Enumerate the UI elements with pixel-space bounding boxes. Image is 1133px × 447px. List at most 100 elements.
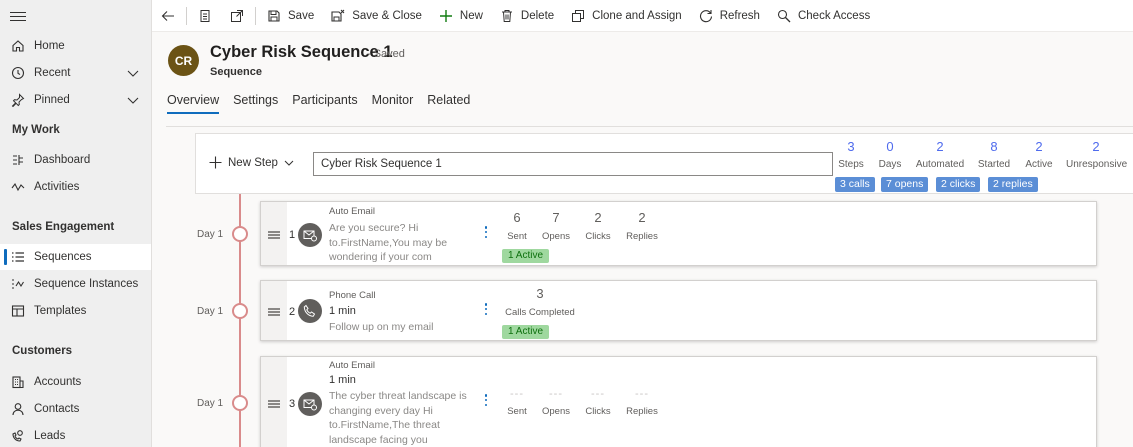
stat-value: 0 bbox=[886, 139, 894, 154]
chip-calls[interactable]: 3 calls bbox=[835, 177, 875, 192]
drag-handle-icon[interactable] bbox=[261, 202, 287, 265]
sidebar-item-label: Contacts bbox=[34, 403, 80, 415]
metric-label: Clicks bbox=[585, 406, 611, 417]
stat-started: 8 Started bbox=[976, 139, 1012, 170]
sidebar: Home Recent Pinned My Work Dashboard Act… bbox=[0, 0, 152, 447]
timeline-node bbox=[232, 395, 248, 411]
drag-handle-icon[interactable] bbox=[261, 281, 287, 340]
sidebar-item-label: Recent bbox=[34, 67, 71, 79]
metric-replies: --- Replies bbox=[618, 388, 666, 417]
metric-value: 7 bbox=[552, 210, 560, 225]
divider bbox=[186, 6, 187, 25]
plus-icon bbox=[209, 156, 222, 169]
new-button[interactable]: New bbox=[430, 0, 491, 32]
template-icon bbox=[11, 304, 25, 318]
timeline-node bbox=[232, 226, 248, 242]
new-step-button[interactable]: New Step bbox=[209, 156, 294, 169]
pin-icon bbox=[11, 93, 25, 107]
stat-label: Days bbox=[878, 159, 902, 170]
check-access-button[interactable]: Check Access bbox=[768, 0, 878, 32]
stat-value: 8 bbox=[990, 139, 998, 154]
sequence-name-field[interactable] bbox=[313, 152, 833, 176]
sidebar-item-contacts[interactable]: Contacts bbox=[0, 396, 151, 422]
building-icon bbox=[11, 375, 25, 389]
sidebar-item-templates[interactable]: Templates bbox=[0, 298, 151, 324]
stat-label: Started bbox=[977, 159, 1011, 170]
sidebar-item-label: Leads bbox=[34, 430, 66, 442]
refresh-button[interactable]: Refresh bbox=[690, 0, 768, 32]
tab-related[interactable]: Related bbox=[427, 93, 470, 112]
more-options-icon[interactable] bbox=[483, 303, 489, 319]
save-button[interactable]: Save bbox=[258, 0, 322, 32]
metric-clicks: --- Clicks bbox=[574, 388, 622, 417]
divider bbox=[166, 126, 1133, 127]
section-customers: Customers bbox=[12, 345, 73, 357]
open-new-window-icon[interactable] bbox=[221, 0, 253, 32]
chip-replies[interactable]: 2 replies bbox=[988, 177, 1038, 192]
divider bbox=[255, 6, 256, 25]
step-card[interactable]: 1 Auto Email Are you secure? Hi to.First… bbox=[260, 201, 1097, 266]
clone-and-assign-button[interactable]: Clone and Assign bbox=[562, 0, 690, 32]
record-type: Sequence bbox=[210, 66, 262, 78]
sidebar-item-activities[interactable]: Activities bbox=[0, 174, 151, 200]
chevron-down-icon[interactable] bbox=[127, 67, 139, 79]
more-options-icon[interactable] bbox=[483, 226, 489, 242]
step-description: Follow up on my email bbox=[329, 321, 434, 333]
stat-active: 2 Active bbox=[1022, 139, 1056, 170]
tab-monitor[interactable]: Monitor bbox=[372, 93, 414, 112]
auto-email-icon bbox=[298, 392, 322, 416]
record-set-icon[interactable] bbox=[189, 0, 221, 32]
stat-label: Steps bbox=[838, 159, 864, 170]
sidebar-item-accounts[interactable]: Accounts bbox=[0, 369, 151, 395]
sidebar-item-pinned[interactable]: Pinned bbox=[0, 87, 151, 113]
stat-steps: 3 Steps bbox=[837, 139, 865, 170]
delete-button[interactable]: Delete bbox=[491, 0, 562, 32]
more-options-icon[interactable] bbox=[483, 394, 489, 410]
tab-settings[interactable]: Settings bbox=[233, 93, 278, 112]
metric-value: --- bbox=[591, 388, 605, 400]
metric-label: Clicks bbox=[585, 231, 611, 242]
stat-value: 2 bbox=[936, 139, 944, 154]
sidebar-item-dashboard[interactable]: Dashboard bbox=[0, 147, 151, 173]
metric-label: Replies bbox=[626, 406, 658, 417]
sidebar-item-sequence-instances[interactable]: Sequence Instances bbox=[0, 271, 151, 297]
step-card[interactable]: 2 Phone Call 1 min Follow up on my email… bbox=[260, 280, 1097, 341]
chip-opens[interactable]: 7 opens bbox=[881, 177, 929, 192]
clone-icon bbox=[570, 8, 586, 24]
sidebar-item-leads[interactable]: Leads bbox=[0, 423, 151, 447]
command-bar: Save Save & Close New Delete Clone and A… bbox=[152, 0, 1133, 32]
sidebar-item-recent[interactable]: Recent bbox=[0, 60, 151, 86]
save-status: - Saved bbox=[367, 48, 405, 60]
chip-clicks[interactable]: 2 clicks bbox=[936, 177, 981, 192]
chevron-down-icon[interactable] bbox=[127, 94, 139, 106]
tab-overview[interactable]: Overview bbox=[167, 93, 220, 114]
tab-participants[interactable]: Participants bbox=[292, 93, 357, 112]
clone-assign-label: Clone and Assign bbox=[592, 9, 682, 22]
back-arrow-icon[interactable] bbox=[152, 0, 184, 32]
stat-value: 3 bbox=[847, 139, 855, 154]
stat-days: 0 Days bbox=[876, 139, 904, 170]
status-badge: 1 Active bbox=[502, 325, 550, 339]
step-card[interactable]: 3 Auto Email 1 min The cyber threat land… bbox=[260, 356, 1097, 447]
phone-call-icon bbox=[298, 299, 322, 323]
metric-value: --- bbox=[635, 388, 649, 400]
stat-label: Unresponsive bbox=[1066, 159, 1128, 170]
plus-icon bbox=[438, 8, 454, 24]
section-my-work: My Work bbox=[12, 124, 60, 136]
step-type: Phone Call bbox=[329, 290, 376, 301]
stat-label: Automated bbox=[915, 159, 965, 170]
sidebar-item-home[interactable]: Home bbox=[0, 33, 151, 59]
hamburger-menu-icon[interactable] bbox=[10, 9, 26, 23]
sidebar-item-label: Pinned bbox=[34, 94, 70, 106]
step-duration: 1 min bbox=[329, 374, 356, 386]
save-close-label: Save & Close bbox=[352, 9, 422, 22]
save-and-close-button[interactable]: Save & Close bbox=[322, 0, 430, 32]
timeline-node bbox=[232, 303, 248, 319]
stat-label: Active bbox=[1025, 159, 1053, 170]
clock-icon bbox=[11, 66, 25, 80]
metric-value: 3 bbox=[536, 286, 544, 301]
phone-person-icon bbox=[11, 429, 25, 443]
step-number: 2 bbox=[289, 306, 296, 318]
drag-handle-icon[interactable] bbox=[261, 357, 287, 447]
sidebar-item-sequences[interactable]: Sequences bbox=[0, 244, 151, 270]
